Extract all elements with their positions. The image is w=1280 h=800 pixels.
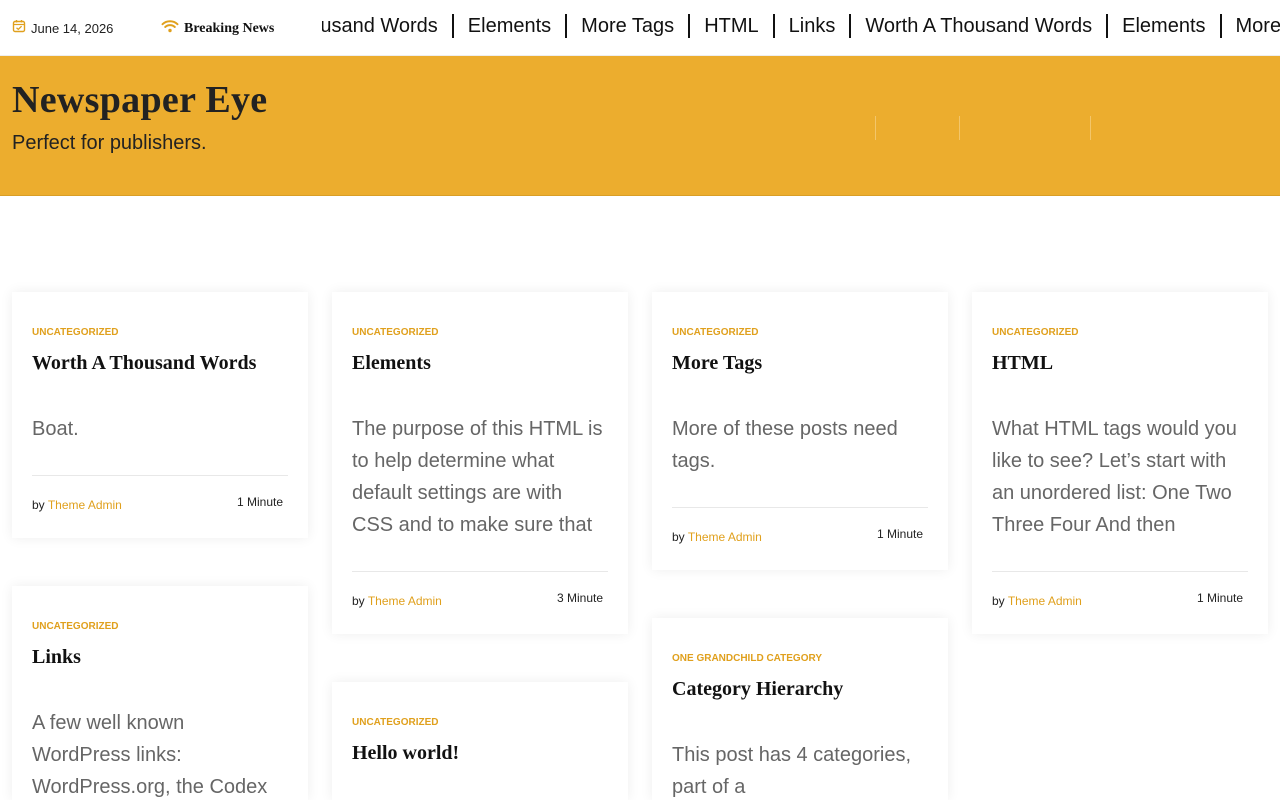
ticker-link[interactable]: Elements bbox=[1122, 15, 1205, 38]
post-category[interactable]: Uncategorized bbox=[992, 327, 1078, 338]
post-card: Uncategorized HTML What HTML tags would … bbox=[972, 292, 1268, 634]
site-tagline: Perfect for publishers. bbox=[12, 132, 207, 154]
post-card: Uncategorized Elements The purpose of th… bbox=[332, 292, 628, 634]
post-title[interactable]: Category Hierarchy bbox=[672, 678, 843, 701]
date-display: June 14, 2026 bbox=[12, 19, 113, 38]
calendar-check-icon bbox=[12, 19, 26, 38]
post-meta: by Theme Admin 1 Minute bbox=[32, 475, 288, 512]
post-excerpt: More of these posts need tags. bbox=[672, 418, 898, 472]
ticker-separator bbox=[849, 14, 852, 38]
site-header: Newspaper Eye Perfect for publishers. bbox=[0, 56, 1280, 196]
ticker-link[interactable]: More Tags bbox=[581, 15, 674, 38]
news-ticker: Worth A Thousand Words Elements More Tag… bbox=[322, 0, 1280, 56]
ticker-link[interactable]: Elements bbox=[468, 15, 551, 38]
ticker-separator bbox=[565, 14, 568, 38]
post-card: Uncategorized Links A few well known Wor… bbox=[12, 586, 308, 800]
post-category[interactable]: One Grandchild Category bbox=[672, 653, 822, 664]
author-link[interactable]: Theme Admin bbox=[688, 530, 762, 544]
post-title[interactable]: More Tags bbox=[672, 352, 762, 375]
breaking-news-text: Breaking News bbox=[184, 20, 275, 36]
post-title[interactable]: Elements bbox=[352, 352, 431, 375]
ticker-separator bbox=[1219, 14, 1222, 38]
ticker-link[interactable]: Links bbox=[789, 15, 836, 38]
post-card: One Grandchild Category Category Hierarc… bbox=[652, 618, 948, 800]
post-category[interactable]: Uncategorized bbox=[32, 621, 118, 632]
author-link[interactable]: Theme Admin bbox=[368, 594, 442, 608]
read-time: 3 Minute bbox=[556, 591, 603, 605]
post-excerpt: A few well known WordPress links: WordPr… bbox=[32, 712, 268, 798]
post-excerpt: This post has 4 categories, part of a bbox=[672, 744, 912, 798]
nav-divider bbox=[959, 116, 960, 140]
author-link[interactable]: Theme Admin bbox=[48, 498, 122, 512]
post-title[interactable]: Hello world! bbox=[352, 742, 459, 765]
post-category[interactable]: Uncategorized bbox=[32, 327, 118, 338]
ticker-separator bbox=[688, 14, 691, 38]
author-link[interactable]: Theme Admin bbox=[1008, 594, 1082, 608]
ticker-link[interactable]: HTML bbox=[704, 15, 758, 38]
site-title[interactable]: Newspaper Eye bbox=[12, 78, 267, 122]
breaking-news-label: Breaking News bbox=[161, 19, 274, 38]
post-meta: by Theme Admin 1 Minute bbox=[992, 571, 1248, 608]
wifi-icon bbox=[161, 19, 179, 38]
post-meta: by Theme Admin 1 Minute bbox=[672, 507, 928, 544]
post-excerpt: The purpose of this HTML is to help dete… bbox=[352, 418, 603, 536]
post-category[interactable]: Uncategorized bbox=[672, 327, 758, 338]
post-author: by Theme Admin bbox=[352, 594, 442, 608]
post-category[interactable]: Uncategorized bbox=[352, 717, 438, 728]
post-card: Uncategorized Worth A Thousand Words Boa… bbox=[12, 292, 308, 538]
ticker-separator bbox=[772, 14, 775, 38]
post-title[interactable]: Links bbox=[32, 646, 81, 669]
ticker-link[interactable]: Worth A Thousand Words bbox=[322, 15, 438, 38]
read-time: 1 Minute bbox=[236, 495, 283, 509]
post-author: by Theme Admin bbox=[32, 498, 122, 512]
post-category[interactable]: Uncategorized bbox=[352, 327, 438, 338]
post-author: by Theme Admin bbox=[672, 530, 762, 544]
post-excerpt: What HTML tags would you like to see? Le… bbox=[992, 418, 1237, 536]
post-title[interactable]: HTML bbox=[992, 352, 1053, 375]
nav-divider bbox=[875, 116, 876, 140]
post-meta: by Theme Admin 3 Minute bbox=[352, 571, 608, 608]
date-text: June 14, 2026 bbox=[31, 21, 114, 36]
read-time: 1 Minute bbox=[1196, 591, 1243, 605]
ticker-link[interactable]: More bbox=[1236, 15, 1280, 38]
post-author: by Theme Admin bbox=[992, 594, 1082, 608]
read-time: 1 Minute bbox=[876, 527, 923, 541]
ticker-separator bbox=[451, 14, 454, 38]
post-card: Uncategorized Hello world! bbox=[332, 682, 628, 800]
nav-divider bbox=[1090, 116, 1091, 140]
ticker-link[interactable]: Worth A Thousand Words bbox=[865, 15, 1092, 38]
post-title[interactable]: Worth A Thousand Words bbox=[32, 352, 256, 375]
ticker-separator bbox=[1106, 14, 1109, 38]
post-card: Uncategorized More Tags More of these po… bbox=[652, 292, 948, 570]
post-excerpt: Boat. bbox=[32, 418, 79, 440]
top-bar: June 14, 2026 Breaking News Worth A Thou… bbox=[0, 0, 1280, 56]
